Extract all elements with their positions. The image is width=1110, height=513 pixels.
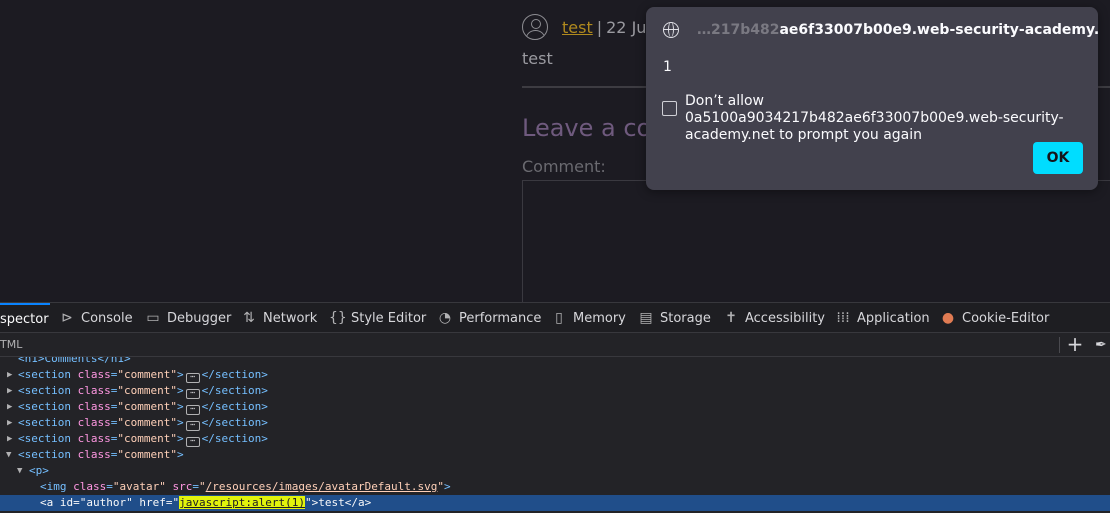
ellipsis-badge-icon[interactable]: ⋯ — [185, 389, 200, 399]
tree-row-section-expanded[interactable]: ▼ <section class="comment"> — [0, 447, 1110, 463]
ellipsis-badge-icon[interactable]: ⋯ — [185, 373, 200, 383]
a-node: <a id="author" href="javascript:alert(1)… — [40, 496, 372, 509]
ellipsis-badge-icon[interactable]: ⋯ — [185, 421, 200, 431]
section-node: <section class="comment"> ⋯ </section> — [18, 368, 268, 383]
expand-arrow-icon[interactable]: ▶ — [7, 415, 17, 431]
href-value-link[interactable]: javascript:alert(1) — [179, 496, 305, 509]
accessibility-icon: ✝ — [725, 310, 737, 326]
tab-network[interactable]: ⇅ Network — [241, 303, 317, 333]
inspector-breadcrumb-bar: TML + ✒ — [0, 333, 1110, 357]
expand-arrow-icon[interactable]: ▶ — [7, 431, 17, 447]
tab-performance[interactable]: ◔ Performance — [437, 303, 542, 333]
tree-row-img[interactable]: <img class="avatar" src="/resources/imag… — [0, 479, 1110, 495]
console-icon: ⊳ — [61, 310, 73, 326]
h1-node: <h1>Comments</h1> — [18, 357, 131, 365]
memory-icon: ▯ — [555, 310, 563, 326]
expand-arrow-icon[interactable]: ▶ — [7, 383, 17, 399]
tree-row-section[interactable]: ▶ <section class="comment"> ⋯ </section> — [0, 415, 1110, 431]
dialog-title: …217b482 ae6f33007b00e9.web-security-acad… — [663, 22, 1098, 38]
tab-storage[interactable]: ▤ Storage — [638, 303, 711, 333]
tab-label: Debugger — [167, 310, 232, 326]
tab-console[interactable]: ⊳ Console — [59, 303, 133, 333]
tab-debugger[interactable]: ▭ Debugger — [145, 303, 231, 333]
tab-label: spector — [0, 311, 49, 327]
dialog-origin: ae6f33007b00e9.web-security-academy.net — [779, 22, 1098, 38]
tree-row-h1[interactable]: <h1>Comments</h1> — [0, 357, 1110, 367]
dialog-origin-faded: …217b482 — [697, 22, 780, 38]
tab-label: Accessibility — [745, 310, 825, 326]
comment-author-link[interactable]: test — [562, 18, 593, 37]
ellipsis-badge-icon[interactable]: ⋯ — [185, 437, 200, 447]
expand-arrow-icon[interactable]: ▶ — [7, 367, 17, 383]
performance-icon: ◔ — [438, 310, 452, 326]
section-node: <section class="comment"> ⋯ </section> — [18, 384, 268, 399]
devtools-toolbar: spector ⊳ Console ▭ Debugger ⇅ Network {… — [0, 303, 1110, 333]
style-editor-icon: {} — [329, 310, 347, 326]
img-src-link[interactable]: /resources/images/avatarDefault.svg — [206, 480, 438, 493]
tab-label: Cookie-Editor — [962, 310, 1050, 326]
tab-label: Storage — [660, 310, 711, 326]
tree-row-p[interactable]: ▼ <p> — [0, 463, 1110, 479]
application-icon: ⁞⁞⁞ — [836, 310, 850, 326]
collapse-arrow-icon[interactable]: ▼ — [17, 463, 27, 479]
section-node: <section class="comment"> — [18, 448, 184, 461]
tab-label: Network — [263, 310, 318, 326]
network-icon: ⇅ — [243, 310, 255, 326]
ellipsis-badge-icon[interactable]: ⋯ — [185, 405, 200, 415]
tab-label: Console — [81, 310, 133, 326]
comment-header: test | 22 Jul — [522, 14, 651, 40]
debugger-icon: ▭ — [146, 310, 160, 326]
tab-memory[interactable]: ▯ Memory — [551, 303, 626, 333]
tab-accessibility[interactable]: ✝ Accessibility — [723, 303, 825, 333]
section-node: <section class="comment"> ⋯ </section> — [18, 400, 268, 415]
tree-row-section[interactable]: ▶ <section class="comment"> ⋯ </section> — [0, 399, 1110, 415]
add-node-icon[interactable]: + — [1066, 333, 1084, 357]
tab-label: Performance — [459, 310, 542, 326]
dont-allow-checkbox[interactable] — [662, 101, 677, 116]
comment-textarea[interactable] — [522, 180, 1110, 302]
devtools-panel: spector ⊳ Console ▭ Debugger ⇅ Network {… — [0, 302, 1110, 513]
tab-label: Application — [857, 310, 930, 326]
comment-date: 22 Jul — [606, 17, 651, 37]
comment-separator: | — [596, 17, 603, 37]
eyedropper-icon[interactable]: ✒ — [1095, 333, 1110, 357]
comment-field-label: Comment: — [522, 157, 606, 176]
alert-dialog: …217b482 ae6f33007b00e9.web-security-acad… — [646, 7, 1098, 190]
ok-button[interactable]: OK — [1033, 142, 1083, 174]
avatar-icon — [522, 14, 548, 40]
tree-row-section[interactable]: ▶ <section class="comment"> ⋯ </section> — [0, 383, 1110, 399]
search-html-label: TML — [0, 338, 23, 351]
section-node: <section class="comment"> ⋯ </section> — [18, 416, 268, 431]
collapse-arrow-icon[interactable]: ▼ — [6, 447, 16, 463]
tree-row-section[interactable]: ▶ <section class="comment"> ⋯ </section> — [0, 367, 1110, 383]
dialog-message: 1 — [663, 59, 672, 75]
storage-icon: ▤ — [639, 310, 653, 326]
img-node: <img class="avatar" src="/resources/imag… — [40, 480, 451, 493]
tab-label: Memory — [573, 310, 626, 326]
tab-application[interactable]: ⁞⁞⁞ Application — [835, 303, 930, 333]
section-node: <section class="comment"> ⋯ </section> — [18, 432, 268, 447]
divider — [1059, 337, 1060, 353]
cookie-icon: ● — [941, 310, 955, 326]
tree-row-section[interactable]: ▶ <section class="comment"> ⋯ </section> — [0, 431, 1110, 447]
tab-style-editor[interactable]: {} Style Editor — [329, 303, 426, 333]
tree-row-a-selected[interactable]: <a id="author" href="javascript:alert(1)… — [0, 495, 1110, 511]
browser-window: test | 22 Jul test Leave a com Comment: … — [0, 0, 1110, 513]
dont-allow-checkbox-label[interactable]: Don’t allow 0a5100a9034217b482ae6f33007b… — [685, 93, 1085, 144]
expand-arrow-icon[interactable]: ▶ — [7, 399, 17, 415]
p-node: <p> — [29, 464, 49, 477]
tab-label: Style Editor — [351, 310, 427, 326]
markup-tree: <h1>Comments</h1> ▶ <section class="comm… — [0, 357, 1110, 511]
globe-icon — [663, 22, 679, 38]
tab-cookie-editor[interactable]: ● Cookie-Editor — [940, 303, 1049, 333]
comment-body: test — [522, 49, 553, 68]
tab-inspector[interactable]: spector — [0, 303, 50, 333]
